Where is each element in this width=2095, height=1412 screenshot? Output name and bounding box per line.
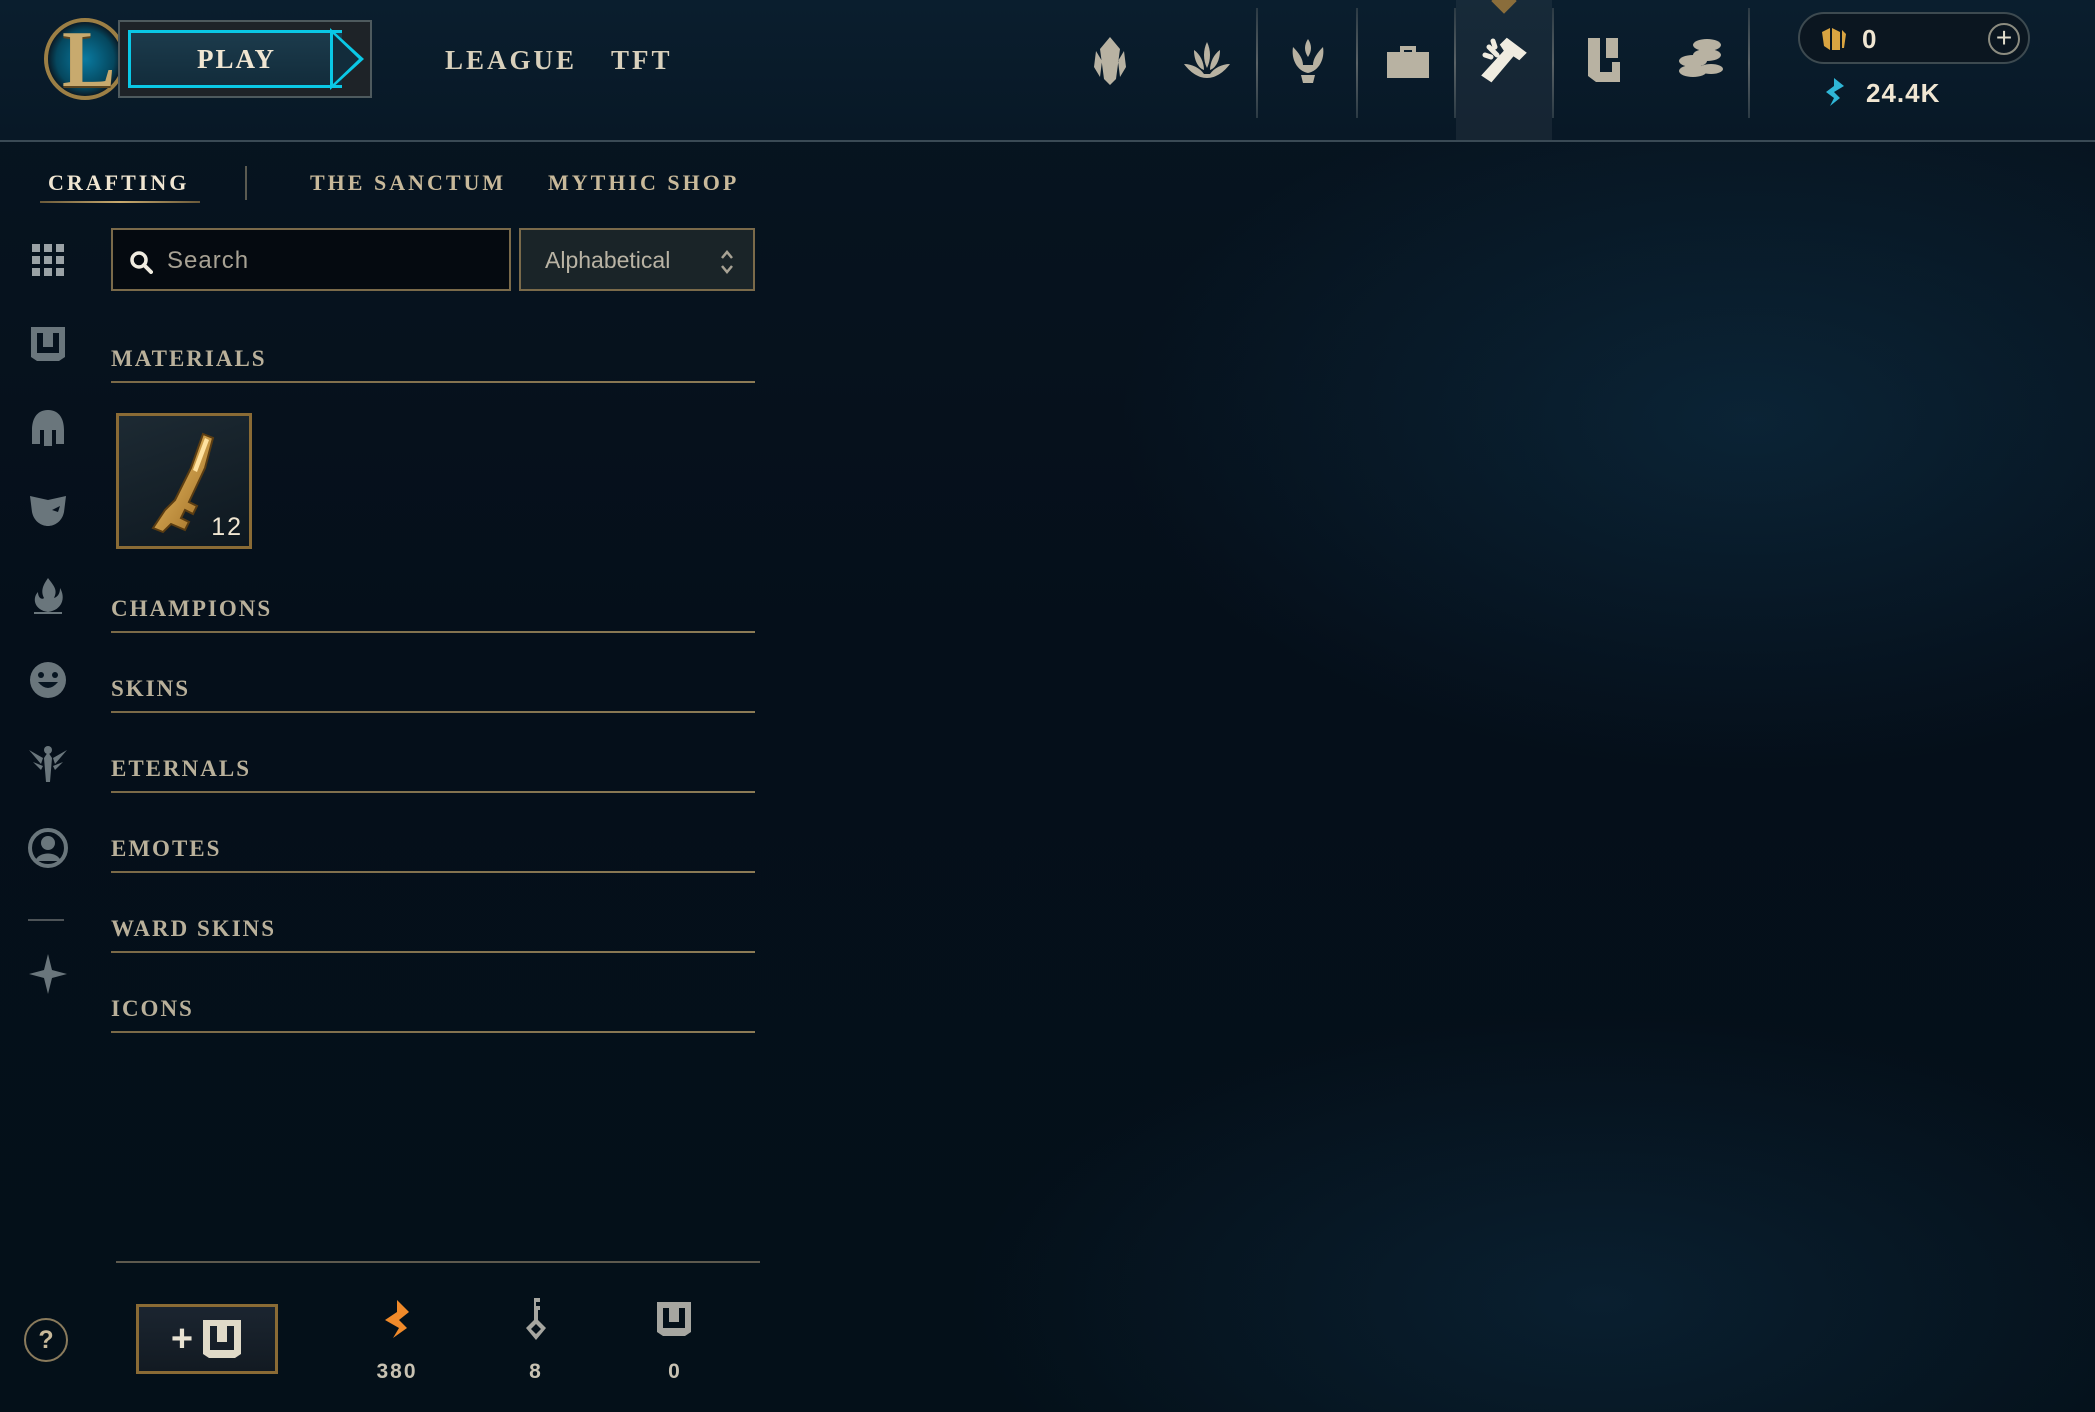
active-tab-underline bbox=[40, 201, 200, 203]
emote-face-icon[interactable] bbox=[22, 654, 74, 706]
category-ward-skins[interactable]: WARD SKINS bbox=[111, 916, 276, 942]
key-icon bbox=[526, 1298, 546, 1340]
play-button[interactable]: PLAY bbox=[118, 20, 372, 98]
category-materials[interactable]: MATERIALS bbox=[111, 346, 267, 372]
category-champions[interactable]: CHAMPIONS bbox=[111, 596, 272, 622]
top-divider bbox=[1748, 8, 1750, 118]
tft-icon[interactable] bbox=[22, 948, 74, 1000]
league-logo: L bbox=[62, 16, 116, 104]
category-divider bbox=[111, 951, 755, 953]
footer-divider bbox=[116, 1261, 760, 1263]
orange-essence-icon bbox=[385, 1300, 409, 1338]
orange-essence-count: 380 bbox=[376, 1360, 418, 1383]
ward-skin-icon[interactable] bbox=[22, 738, 74, 790]
chest-icon bbox=[203, 1320, 242, 1358]
collection-icon[interactable] bbox=[1167, 20, 1247, 100]
add-rp-button[interactable]: + bbox=[1988, 23, 2020, 55]
summoner-icon-filter-icon[interactable] bbox=[22, 822, 74, 874]
category-divider bbox=[111, 871, 755, 873]
top-divider bbox=[1356, 8, 1358, 118]
loot-icon[interactable] bbox=[1268, 20, 1348, 100]
rp-balance-box[interactable]: 0 + bbox=[1798, 12, 2030, 64]
tab-crafting[interactable]: CRAFTING bbox=[48, 170, 189, 196]
category-divider bbox=[111, 1031, 755, 1033]
sort-chevron-icon bbox=[721, 250, 733, 274]
material-count: 12 bbox=[211, 513, 243, 541]
store-icon[interactable] bbox=[1368, 20, 1448, 100]
category-divider bbox=[111, 791, 755, 793]
search-input[interactable] bbox=[165, 240, 499, 282]
blue-essence-icon bbox=[1826, 78, 1844, 106]
material-key-fragment-tile[interactable]: 12 bbox=[116, 413, 252, 549]
crafting-icon[interactable] bbox=[1464, 20, 1544, 100]
category-skins[interactable]: SKINS bbox=[111, 676, 190, 702]
profile-icon[interactable] bbox=[1070, 20, 1150, 100]
category-divider bbox=[111, 381, 755, 383]
rp-amount: 0 bbox=[1862, 24, 1878, 54]
eternals-flame-icon[interactable] bbox=[22, 570, 74, 622]
search-icon bbox=[130, 251, 153, 274]
tab-the-sanctum[interactable]: THE SANCTUM bbox=[310, 170, 506, 196]
champion-helmet-icon[interactable] bbox=[22, 402, 74, 454]
top-divider bbox=[1256, 8, 1258, 118]
sort-dropdown[interactable]: Alphabetical bbox=[519, 228, 755, 291]
chest-filter-icon[interactable] bbox=[22, 318, 74, 370]
category-emotes[interactable]: EMOTES bbox=[111, 836, 221, 862]
sort-selected-value: Alphabetical bbox=[545, 247, 671, 273]
category-eternals[interactable]: ETERNALS bbox=[111, 756, 251, 782]
play-button-label[interactable]: PLAY bbox=[128, 30, 342, 88]
help-button[interactable]: ? bbox=[24, 1318, 68, 1362]
chest-count-icon bbox=[657, 1302, 691, 1336]
coins-icon[interactable] bbox=[1660, 20, 1740, 100]
play-arrow-inner bbox=[333, 34, 359, 84]
skin-mask-icon[interactable] bbox=[22, 484, 74, 536]
top-divider bbox=[1454, 8, 1456, 118]
category-icons[interactable]: ICONS bbox=[111, 996, 194, 1022]
plus-icon: + bbox=[170, 1318, 194, 1360]
key-count: 8 bbox=[529, 1360, 543, 1383]
category-divider bbox=[111, 711, 755, 713]
tab-separator bbox=[245, 166, 247, 200]
tab-mythic-shop[interactable]: MYTHIC SHOP bbox=[548, 170, 739, 196]
search-box[interactable] bbox=[111, 228, 511, 291]
rail-divider bbox=[28, 919, 64, 921]
blue-essence-amount: 24.4K bbox=[1866, 78, 1941, 108]
category-divider bbox=[111, 631, 755, 633]
top-divider bbox=[1552, 8, 1554, 118]
chest-count: 0 bbox=[668, 1360, 682, 1383]
add-chest-button[interactable]: + bbox=[136, 1304, 278, 1374]
rp-icon bbox=[1822, 28, 1846, 50]
nav-tft[interactable]: TFT bbox=[611, 45, 673, 76]
top-navigation-bar: L PLAY LEAGUE TFT 0 + 24.4K bbox=[0, 0, 2095, 142]
nav-league[interactable]: LEAGUE bbox=[445, 45, 577, 76]
chest-icon[interactable] bbox=[1564, 20, 1644, 100]
grid-all-icon[interactable] bbox=[22, 234, 74, 286]
